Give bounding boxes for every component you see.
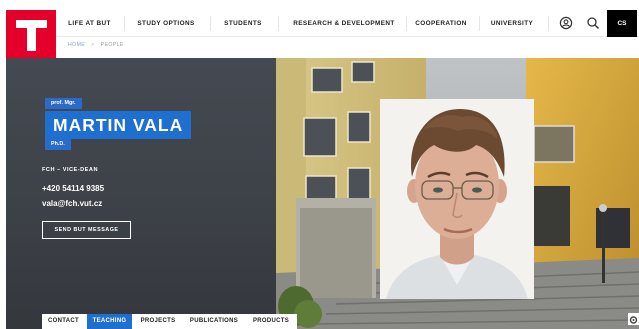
tab-products[interactable]: PRODUCTS [246, 314, 296, 329]
breadcrumb-home-link[interactable]: HOME [68, 42, 85, 48]
person-portrait-photo [380, 99, 534, 299]
nav-cooperation[interactable]: COOPERATION [412, 10, 470, 37]
nav-study-options[interactable]: STUDY OPTIONS [130, 10, 202, 37]
tab-contact[interactable]: CONTACT [42, 314, 85, 329]
person-name: MARTIN VALA [45, 111, 192, 139]
tab-teaching[interactable]: TEACHING [87, 314, 132, 329]
but-logo-icon [16, 20, 47, 51]
user-icon[interactable] [558, 15, 574, 31]
but-logo[interactable] [6, 10, 56, 60]
main-nav: LIFE AT BUT STUDY OPTIONS STUDENTS RESEA… [56, 10, 639, 37]
search-icon[interactable] [585, 15, 601, 31]
gear-icon [629, 316, 638, 324]
language-switch-button[interactable]: CS [607, 10, 637, 37]
nav-research-development[interactable]: RESEARCH & DEVELOPMENT [288, 10, 400, 37]
nav-divider [548, 16, 549, 31]
person-role: FCH – VICE-DEAN [42, 167, 98, 173]
nav-life-at-but[interactable]: LIFE AT BUT [62, 10, 117, 37]
nav-divider [479, 16, 480, 31]
site-header: LIFE AT BUT STUDY OPTIONS STUDENTS RESEA… [0, 0, 639, 60]
portrait-image [380, 99, 534, 299]
nav-divider [124, 16, 125, 31]
academic-prefix: prof. Mgr. [45, 98, 82, 109]
tab-publications[interactable]: PUBLICATIONS [184, 314, 244, 329]
profile-tabs: CONTACT TEACHING PROJECTS PUBLICATIONS P… [42, 314, 297, 329]
breadcrumb: HOME > PEOPLE [68, 42, 124, 48]
breadcrumb-separator: > [91, 42, 95, 48]
tab-projects[interactable]: PROJECTS [134, 314, 182, 329]
profile-hero: prof. Mgr. MARTIN VALA Ph.D. FCH – VICE-… [6, 58, 639, 329]
email-link[interactable]: vala@fch.vut.cz [42, 199, 102, 208]
send-message-button[interactable]: SEND BUT MESSAGE [42, 221, 131, 239]
nav-divider [210, 16, 211, 31]
nav-university[interactable]: UNIVERSITY [487, 10, 537, 37]
cookie-settings-button[interactable] [628, 313, 639, 325]
phone-number[interactable]: +420 54114 9385 [42, 184, 104, 193]
nav-divider [278, 16, 279, 31]
nav-students[interactable]: STUDENTS [216, 10, 270, 37]
nav-divider [406, 16, 407, 31]
academic-suffix: Ph.D. [45, 139, 71, 150]
breadcrumb-current: PEOPLE [100, 42, 124, 48]
